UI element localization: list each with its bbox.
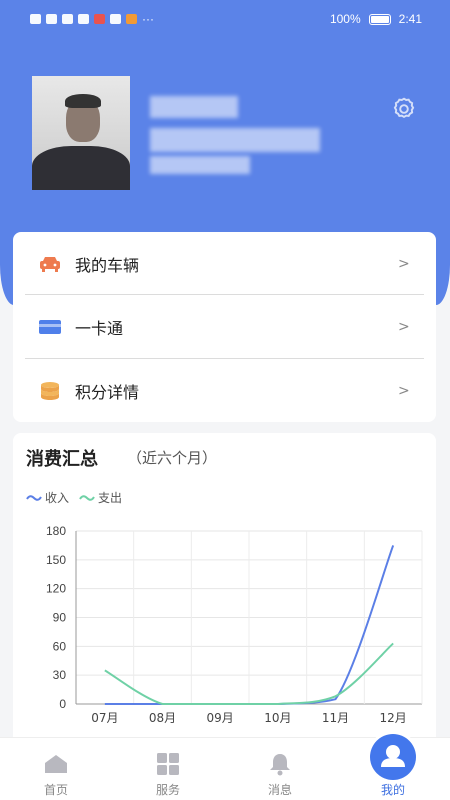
chevron-right-icon: > xyxy=(398,382,410,399)
y-tick-label: 60 xyxy=(53,639,67,653)
consumption-line-chart: 0 30 60 90 120 150 180 07月 08月 09月 10月 11月 12月 xyxy=(46,524,423,725)
menu-card: 我的车辆 > 一卡通 > 积分详情 > xyxy=(13,232,436,422)
menu-label: 我的车辆 xyxy=(75,255,140,275)
user-name-blurred xyxy=(150,96,238,118)
y-tick-label: 90 xyxy=(53,611,67,625)
user-icon xyxy=(381,745,405,767)
y-tick-label: 150 xyxy=(46,553,66,567)
coins-icon xyxy=(41,381,59,400)
avatar[interactable] xyxy=(32,76,130,190)
user-info-blurred xyxy=(150,128,320,152)
bell-icon xyxy=(270,754,290,776)
clock: 2:41 xyxy=(398,12,422,26)
y-tick-label: 120 xyxy=(46,582,66,596)
menu-label: 积分详情 xyxy=(75,382,140,402)
battery-percent: 100% xyxy=(329,12,361,26)
battery-icon xyxy=(368,13,391,25)
tab-mine-active-indicator[interactable] xyxy=(370,734,416,780)
signal-icon xyxy=(46,14,57,24)
y-tick-label: 30 xyxy=(53,668,67,682)
user-detail-blurred xyxy=(150,156,250,174)
wifi-icon xyxy=(62,14,73,24)
settings-gear-icon[interactable] xyxy=(391,96,417,122)
menu-item-my-vehicles[interactable]: 我的车辆 > xyxy=(13,232,436,295)
home-icon xyxy=(45,755,67,773)
tab-services[interactable]: 服务 xyxy=(112,738,224,800)
x-tick-label: 08月 xyxy=(149,711,176,725)
tab-label: 首页 xyxy=(43,783,68,797)
app-icon xyxy=(94,14,105,24)
x-tick-label: 12月 xyxy=(380,711,407,725)
chevron-right-icon: > xyxy=(398,255,410,272)
chevron-right-icon: > xyxy=(398,318,410,335)
menu-label: 一卡通 xyxy=(75,318,124,338)
x-tick-label: 10月 xyxy=(264,711,291,725)
card-icon xyxy=(39,319,61,334)
car-icon xyxy=(40,256,60,272)
menu-item-one-card[interactable]: 一卡通 > xyxy=(13,295,436,358)
consumption-summary-card: 消费汇总 （近六个月） 收入 支出 0 30 60 90 120 150 180 07月 08月… xyxy=(13,433,436,753)
x-tick-label: 09月 xyxy=(207,711,234,725)
y-tick-label: 0 xyxy=(59,697,66,711)
app-icon xyxy=(110,14,121,24)
menu-item-points[interactable]: 积分详情 > xyxy=(13,359,436,422)
tab-messages[interactable]: 消息 xyxy=(224,738,336,800)
x-tick-label: 07月 xyxy=(91,711,118,725)
tab-home[interactable]: 首页 xyxy=(0,738,112,800)
more-icon: ··· xyxy=(142,12,154,26)
status-bar: ··· 100% 2:41 xyxy=(0,0,450,40)
app-icon xyxy=(126,14,137,24)
y-tick-label: 180 xyxy=(46,524,66,538)
tab-label: 我的 xyxy=(380,783,405,797)
grid-icon xyxy=(157,753,179,775)
x-tick-label: 11月 xyxy=(322,711,349,725)
tab-label: 消息 xyxy=(267,783,292,797)
hd-icon xyxy=(30,14,41,24)
status-icons: ··· xyxy=(30,12,154,26)
app-icon xyxy=(78,14,89,24)
tab-label: 服务 xyxy=(155,783,180,797)
